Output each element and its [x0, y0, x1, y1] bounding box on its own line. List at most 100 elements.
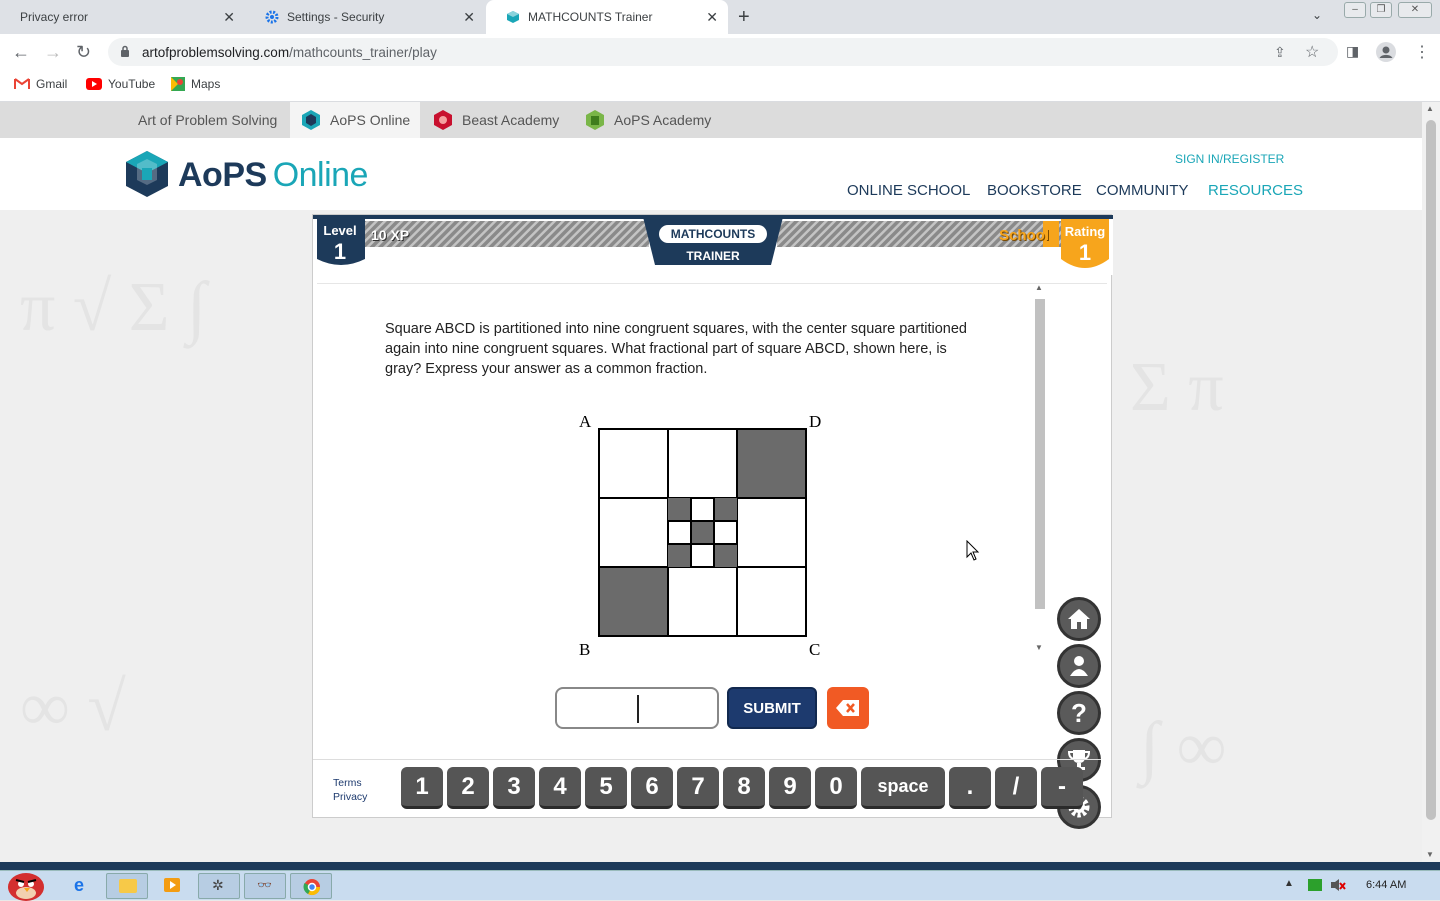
logo-sub: Online [272, 156, 369, 194]
star-icon[interactable]: ☆ [1305, 42, 1319, 62]
tab-search-chevron-icon[interactable]: ⌄ [1312, 8, 1322, 22]
answer-input[interactable] [555, 687, 719, 729]
key-7[interactable]: 7 [677, 767, 719, 809]
page-viewport: π √ Σ ∫ Σ π ∞ √ ∫ ∞ Art of Problem Solvi… [0, 102, 1422, 862]
volume-muted-icon[interactable] [1330, 878, 1346, 892]
close-window-button[interactable]: ✕ [1398, 2, 1432, 18]
bookmark-youtube[interactable]: YouTube [86, 77, 155, 91]
site-link-aops-online[interactable]: AoPS Online [290, 102, 421, 138]
profile-button[interactable] [1057, 644, 1101, 688]
media-player-icon [164, 878, 180, 892]
scroll-up-icon[interactable]: ▲ [1426, 104, 1434, 113]
site-link-aops-academy[interactable]: AoPS Academy [574, 102, 721, 138]
trainer-banner: Level 1 10 XP MATHCOUNTS TRAINER School … [313, 215, 1113, 275]
key-8[interactable]: 8 [723, 767, 765, 809]
home-button[interactable] [1057, 597, 1101, 641]
key-2[interactable]: 2 [447, 767, 489, 809]
bookmark-label: Gmail [36, 77, 68, 91]
profile-icon[interactable] [1376, 42, 1396, 62]
key-0[interactable]: 0 [815, 767, 857, 809]
taskbar-chrome[interactable] [290, 873, 332, 899]
key-4[interactable]: 4 [539, 767, 581, 809]
key-9[interactable]: 9 [769, 767, 811, 809]
angry-bird-start-icon[interactable] [4, 865, 50, 901]
home-icon [1068, 609, 1090, 629]
back-icon[interactable]: ← [12, 42, 30, 63]
aops-online-logo[interactable]: AoPS Online [178, 156, 368, 195]
taskbar-app-remote[interactable]: 👓 [244, 873, 286, 899]
key-3[interactable]: 3 [493, 767, 535, 809]
tab-privacy-error[interactable]: Privacy error ✕ [0, 0, 245, 34]
key-1[interactable]: 1 [401, 767, 443, 809]
tab-mathcounts-trainer[interactable]: MATHCOUNTS Trainer ✕ [486, 0, 728, 34]
scroll-down-icon[interactable]: ▼ [1426, 850, 1434, 859]
backspace-icon [836, 700, 859, 716]
browser-tab-bar: Privacy error ✕ Settings - Security ✕ MA… [0, 0, 1440, 34]
network-icon[interactable] [1308, 879, 1322, 891]
vertex-label-c: C [809, 640, 820, 659]
site-link-aops[interactable]: Art of Problem Solving [128, 102, 287, 138]
submit-button[interactable]: SUBMIT [727, 687, 817, 729]
mathcounts-logo-bottom: TRAINER [686, 249, 740, 263]
maps-icon [171, 77, 185, 91]
taskbar-clock[interactable]: 6:44 AM [1366, 879, 1406, 891]
vertex-label-d: D [809, 412, 821, 431]
menu-resources[interactable]: RESOURCES [1208, 182, 1303, 199]
close-icon[interactable]: ✕ [706, 9, 718, 26]
taskbar-explorer[interactable] [106, 873, 148, 899]
more-menu-icon[interactable]: ⋮ [1414, 42, 1430, 62]
menu-online-school[interactable]: ONLINE SCHOOL [847, 182, 970, 199]
lock-icon[interactable] [120, 45, 130, 58]
aops-logo-icon[interactable] [124, 150, 170, 198]
close-icon[interactable]: ✕ [463, 9, 475, 26]
page-scroll-thumb[interactable] [1426, 120, 1436, 820]
question-scroll-thumb[interactable] [1035, 299, 1045, 609]
taskbar-app-gear[interactable]: ✲ [198, 873, 240, 899]
tab-settings-security[interactable]: Settings - Security ✕ [245, 0, 485, 34]
svg-text:∞ √: ∞ √ [20, 669, 126, 746]
reload-icon[interactable]: ↻ [76, 42, 91, 63]
bookmarks-bar: Gmail YouTube Maps [0, 70, 1440, 102]
minimize-button[interactable]: – [1344, 2, 1366, 18]
mathcounts-logo-top: MATHCOUNTS [670, 227, 756, 241]
site-link-label: Art of Problem Solving [138, 112, 278, 128]
url-host: artofproblemsolving.com [142, 45, 290, 60]
close-icon[interactable]: ✕ [223, 9, 235, 26]
tray-expand-icon[interactable]: ▲ [1284, 878, 1294, 889]
gear-icon [265, 10, 279, 24]
side-panel-icon[interactable]: ◨ [1346, 43, 1359, 60]
scroll-down-icon[interactable]: ▼ [1035, 643, 1043, 652]
tab-label: Privacy error [20, 10, 89, 24]
question-scrollbar[interactable]: ▲ ▼ [1033, 283, 1047, 655]
restore-button[interactable]: ❐ [1370, 2, 1392, 18]
menu-community[interactable]: COMMUNITY [1096, 182, 1189, 199]
terms-link[interactable]: Terms [333, 777, 362, 789]
page-scrollbar[interactable]: ▲ ▼ [1422, 102, 1440, 862]
key-5[interactable]: 5 [585, 767, 627, 809]
mathcounts-trainer-panel: Level 1 10 XP MATHCOUNTS TRAINER School … [312, 214, 1113, 829]
site-link-beast-academy[interactable]: Beast Academy [422, 102, 569, 138]
youtube-icon [86, 78, 102, 90]
bookmark-maps[interactable]: Maps [171, 77, 220, 91]
banner-divider [317, 283, 1107, 284]
xp-value: 10 XP [371, 227, 410, 243]
taskbar-media-player[interactable] [152, 873, 194, 899]
bookmark-gmail[interactable]: Gmail [14, 77, 67, 91]
scroll-up-icon[interactable]: ▲ [1035, 283, 1043, 292]
square-abcd-figure: A D B C [579, 412, 821, 659]
url-text: artofproblemsolving.com/mathcounts_train… [142, 45, 437, 60]
key-6[interactable]: 6 [631, 767, 673, 809]
key-slash[interactable]: / [995, 767, 1037, 809]
clear-answer-button[interactable] [827, 687, 869, 729]
new-tab-button[interactable]: + [738, 6, 750, 29]
forward-icon[interactable]: → [44, 42, 62, 63]
privacy-link[interactable]: Privacy [333, 791, 367, 803]
menu-bookstore[interactable]: BOOKSTORE [987, 182, 1082, 199]
key-space[interactable]: space [861, 767, 945, 809]
key-decimal[interactable]: . [949, 767, 991, 809]
key-minus[interactable]: - [1041, 767, 1083, 809]
taskbar-ie[interactable]: e [62, 873, 104, 899]
help-button[interactable]: ? [1057, 691, 1101, 735]
sign-in-register-link[interactable]: SIGN IN/REGISTER [1175, 152, 1284, 166]
share-icon[interactable]: ⇪ [1274, 44, 1286, 61]
